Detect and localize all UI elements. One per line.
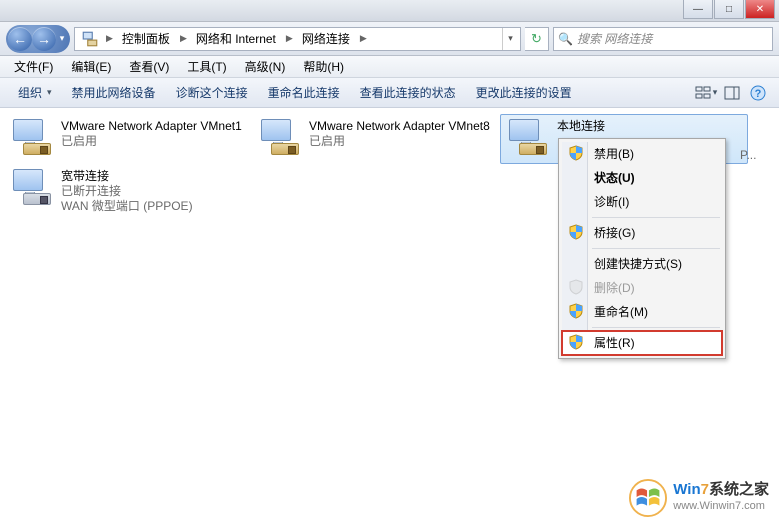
menu-view[interactable]: 查看(V) xyxy=(121,56,177,77)
watermark-7: 7 xyxy=(701,481,709,498)
help-button[interactable]: ? xyxy=(745,82,771,104)
uac-shield-icon xyxy=(568,334,584,350)
ctx-delete: 删除(D) xyxy=(562,276,722,300)
watermark-cn: 系统之家 xyxy=(709,481,769,498)
ctx-create-shortcut[interactable]: 创建快捷方式(S) xyxy=(562,252,722,276)
adapter-detail: WAN 微型端口 (PPPOE) xyxy=(61,199,193,214)
minimize-button[interactable]: — xyxy=(683,0,713,19)
ctx-label: 桥接(G) xyxy=(594,225,635,241)
preview-pane-button[interactable] xyxy=(719,82,745,104)
menu-tools[interactable]: 工具(T) xyxy=(179,56,234,77)
adapter-status: 已启用 xyxy=(61,134,242,149)
close-button[interactable]: ✕ xyxy=(745,0,775,19)
breadcrumb-control-panel[interactable]: 控制面板 xyxy=(116,28,177,50)
uac-shield-icon xyxy=(568,145,584,161)
breadcrumb-network-internet[interactable]: 网络和 Internet xyxy=(190,28,283,50)
nav-history-dropdown[interactable]: ▾ xyxy=(56,29,68,49)
context-menu: 禁用(B) 状态(U) 诊断(I) 桥接(G) 创建快捷方式(S) 删除(D) xyxy=(558,138,726,359)
ctx-label: 诊断(I) xyxy=(594,194,629,210)
adapter-vmnet1[interactable]: VMware Network Adapter VMnet1 已启用 xyxy=(4,114,252,164)
adapter-name: 宽带连接 xyxy=(61,169,193,184)
refresh-button[interactable]: ↻ xyxy=(525,27,549,51)
adapter-icon xyxy=(11,169,53,209)
ctx-separator xyxy=(592,217,720,218)
menu-file[interactable]: 文件(F) xyxy=(6,56,61,77)
ctx-label: 禁用(B) xyxy=(594,146,634,162)
ctx-label: 重命名(M) xyxy=(594,304,648,320)
adapter-text: 宽带连接 已断开连接 WAN 微型端口 (PPPOE) xyxy=(61,169,193,214)
adapter-broadband[interactable]: 宽带连接 已断开连接 WAN 微型端口 (PPPOE) xyxy=(4,164,252,219)
uac-shield-icon xyxy=(568,224,584,240)
breadcrumb-dropdown-icon[interactable]: ▾ xyxy=(502,28,518,50)
search-icon: 🔍 xyxy=(558,32,573,46)
window-titlebar: — □ ✕ xyxy=(0,0,779,22)
cmd-diagnose[interactable]: 诊断这个连接 xyxy=(166,80,258,105)
nav-buttons: ← → ▾ xyxy=(6,25,70,53)
truncated-device-label: P... xyxy=(740,148,756,162)
ctx-diagnose[interactable]: 诊断(I) xyxy=(562,190,722,214)
adapter-vmnet8[interactable]: VMware Network Adapter VMnet8 已启用 xyxy=(252,114,500,164)
view-mode-button[interactable]: ▾ xyxy=(693,82,719,104)
menu-advanced[interactable]: 高级(N) xyxy=(237,56,294,77)
address-bar: ← → ▾ ▶ 控制面板 ▶ 网络和 Internet ▶ 网络连接 ▶ ▾ ↻… xyxy=(0,22,779,56)
adapter-name: 本地连接 xyxy=(557,119,605,134)
ctx-label: 状态(U) xyxy=(594,170,635,186)
adapter-name: VMware Network Adapter VMnet1 xyxy=(61,119,242,134)
search-input[interactable]: 🔍 搜索 网络连接 xyxy=(553,27,773,51)
adapter-icon xyxy=(11,119,53,159)
ctx-disable[interactable]: 禁用(B) xyxy=(562,142,722,166)
windows-logo-icon xyxy=(629,479,667,517)
cmd-rename[interactable]: 重命名此连接 xyxy=(258,80,350,105)
adapter-name: VMware Network Adapter VMnet8 xyxy=(309,119,490,134)
adapter-icon xyxy=(507,119,549,159)
ctx-properties[interactable]: 属性(R) xyxy=(562,331,722,355)
ctx-label: 创建快捷方式(S) xyxy=(594,256,682,272)
cmd-organize[interactable]: 组织 xyxy=(8,80,62,105)
menu-help[interactable]: 帮助(H) xyxy=(295,56,352,77)
ctx-label: 属性(R) xyxy=(594,335,635,351)
menu-edit[interactable]: 编辑(E) xyxy=(63,56,119,77)
forward-button[interactable]: → xyxy=(32,27,56,51)
adapter-text: VMware Network Adapter VMnet1 已启用 xyxy=(61,119,242,149)
adapter-status: 已断开连接 xyxy=(61,184,193,199)
breadcrumb-sep-icon: ▶ xyxy=(103,33,116,44)
adapter-icon xyxy=(259,119,301,159)
watermark-text: Win7系统之家 www.Winwin7.com xyxy=(673,482,769,514)
window-controls: — □ ✕ xyxy=(682,0,775,19)
search-placeholder: 搜索 网络连接 xyxy=(577,30,652,47)
adapter-text: 本地连接 xyxy=(557,119,605,134)
menu-bar: 文件(F) 编辑(E) 查看(V) 工具(T) 高级(N) 帮助(H) xyxy=(0,56,779,78)
network-icon xyxy=(81,30,99,48)
breadcrumb-sep-icon: ▶ xyxy=(177,33,190,44)
cmd-disable-device[interactable]: 禁用此网络设备 xyxy=(62,80,166,105)
cmd-view-status[interactable]: 查看此连接的状态 xyxy=(350,80,466,105)
breadcrumb[interactable]: ▶ 控制面板 ▶ 网络和 Internet ▶ 网络连接 ▶ ▾ xyxy=(74,27,521,51)
breadcrumb-sep-icon: ▶ xyxy=(283,33,296,44)
breadcrumb-sep-icon: ▶ xyxy=(357,33,370,44)
uac-shield-icon xyxy=(568,279,584,295)
cmd-change-settings[interactable]: 更改此连接的设置 xyxy=(466,80,582,105)
ctx-status[interactable]: 状态(U) xyxy=(562,166,722,190)
maximize-button[interactable]: □ xyxy=(714,0,744,19)
back-button[interactable]: ← xyxy=(8,27,32,51)
ctx-label: 删除(D) xyxy=(594,280,635,296)
ctx-separator xyxy=(592,248,720,249)
watermark: Win7系统之家 www.Winwin7.com xyxy=(629,479,769,517)
svg-text:?: ? xyxy=(755,88,762,100)
watermark-url: www.Winwin7.com xyxy=(673,498,769,514)
uac-shield-icon xyxy=(568,303,584,319)
breadcrumb-network-connections[interactable]: 网络连接 xyxy=(296,28,357,50)
ctx-rename[interactable]: 重命名(M) xyxy=(562,300,722,324)
adapter-text: VMware Network Adapter VMnet8 已启用 xyxy=(309,119,490,149)
watermark-win: Win xyxy=(673,481,700,498)
ctx-separator xyxy=(592,327,720,328)
command-bar: 组织 禁用此网络设备 诊断这个连接 重命名此连接 查看此连接的状态 更改此连接的… xyxy=(0,78,779,108)
adapter-status: 已启用 xyxy=(309,134,490,149)
ctx-bridge[interactable]: 桥接(G) xyxy=(562,221,722,245)
